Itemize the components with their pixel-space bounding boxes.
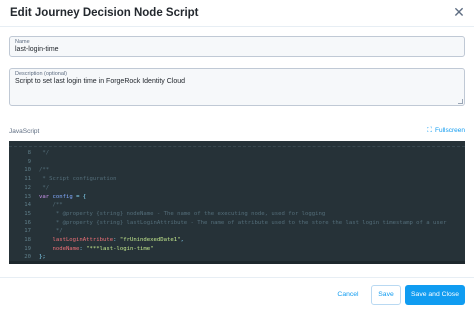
- code-token: "frUnindexedDate1": [119, 237, 181, 243]
- line-number: 16: [24, 219, 31, 226]
- editor-scroll-shadow: [9, 141, 465, 147]
- code-line[interactable]: 12 */: [9, 184, 49, 193]
- dialog-header: Edit Journey Decision Node Script ✕: [0, 0, 474, 27]
- code-token: /**: [39, 202, 63, 209]
- cancel-button[interactable]: Cancel: [332, 285, 364, 305]
- code-token: = {: [72, 193, 87, 200]
- line-number: 20: [24, 254, 31, 261]
- code-line[interactable]: 11 * Script configuration: [9, 175, 116, 184]
- line-number: 10: [24, 167, 31, 174]
- description-field-value[interactable]: Script to set last login time in ForgeRo…: [15, 78, 185, 85]
- code-text: */: [39, 149, 49, 158]
- dialog-footer: [0, 277, 474, 311]
- code-text: */: [39, 184, 49, 193]
- close-icon[interactable]: ✕: [452, 5, 466, 19]
- code-line[interactable]: 8 */: [9, 149, 49, 158]
- code-line[interactable]: 19 nodeName: "***last-login-time": [9, 245, 154, 254]
- line-number: 12: [24, 184, 31, 191]
- code-token: /**: [39, 167, 50, 174]
- code-text: * @property {string} nodeName - The name…: [39, 210, 325, 219]
- editor-horizontal-scrollbar[interactable]: [9, 261, 465, 264]
- code-line[interactable]: 20};: [9, 253, 46, 262]
- name-field-label: Name: [15, 39, 30, 45]
- code-token: var: [39, 193, 53, 200]
- code-token: "***last-login-time": [86, 245, 154, 252]
- code-line[interactable]: 13 var config = {: [9, 193, 86, 202]
- code-token: };: [39, 254, 46, 261]
- code-line[interactable]: 10 /**: [9, 166, 49, 175]
- line-number: 13: [24, 193, 31, 200]
- line-number: 15: [24, 210, 31, 217]
- line-number: 19: [24, 245, 31, 252]
- code-line[interactable]: 15 * @property {string} nodeName - The n…: [9, 210, 325, 219]
- description-field[interactable]: Description (optional) Script to set las…: [9, 68, 465, 106]
- code-token: * Script configuration: [39, 176, 117, 183]
- code-token: * @property {string} nodeName - The name…: [39, 210, 326, 217]
- dialog-title: Edit Journey Decision Node Script: [10, 7, 199, 19]
- code-line[interactable]: 9: [9, 158, 39, 167]
- line-number: 18: [24, 237, 31, 243]
- resize-handle-icon[interactable]: [458, 99, 463, 104]
- name-field[interactable]: Name last-login-time: [9, 36, 465, 57]
- description-field-label: Description (optional): [15, 71, 67, 77]
- javascript-label: JavaScript: [9, 128, 40, 135]
- line-number: 14: [24, 202, 31, 209]
- code-text: /**: [39, 201, 63, 210]
- code-text: nodeName: "***last-login-time": [39, 245, 154, 254]
- code-line[interactable]: 16 * @property {string} lastLoginAttribu…: [9, 219, 447, 228]
- code-token: */: [39, 150, 50, 156]
- fullscreen-button[interactable]: ⛶ Fullscreen: [427, 127, 465, 135]
- code-text: lastLoginAttribute: "frUnindexedDate1",: [39, 236, 184, 245]
- code-text: * @property {string} lastLoginAttribute …: [39, 219, 447, 228]
- code-editor[interactable]: 8 */9 10/** 11 * Script configuration 12 */…: [9, 141, 465, 264]
- code-text: * Script configuration: [39, 175, 116, 184]
- line-number: 11: [24, 176, 31, 183]
- save-and-close-button[interactable]: Save and Close: [405, 285, 465, 305]
- save-button[interactable]: Save: [371, 285, 401, 305]
- code-text: /**: [39, 166, 49, 175]
- code-text: */: [39, 227, 63, 236]
- line-number: 9: [27, 158, 31, 165]
- name-field-value[interactable]: last-login-time: [15, 46, 59, 53]
- code-token: */: [39, 228, 63, 235]
- code-token: config: [52, 193, 73, 200]
- line-number: 8: [27, 150, 31, 156]
- fullscreen-icon: ⛶: [427, 127, 433, 134]
- code-token: * @property {string} lastLoginAttribute …: [39, 219, 447, 226]
- fullscreen-label: Fullscreen: [435, 127, 465, 134]
- code-text: var config = {: [39, 193, 86, 202]
- code-token: nodeName: [39, 245, 80, 252]
- code-line[interactable]: 14 /**: [9, 201, 63, 210]
- code-line[interactable]: 17 */: [9, 227, 63, 236]
- code-token: lastLoginAttribute: [39, 237, 114, 243]
- code-text: };: [39, 253, 46, 262]
- code-token: ,: [180, 237, 184, 243]
- line-number: 17: [24, 228, 31, 235]
- code-token: :: [113, 237, 120, 243]
- code-line[interactable]: 18 lastLoginAttribute: "frUnindexedDate1…: [9, 236, 184, 245]
- code-token: */: [39, 184, 50, 191]
